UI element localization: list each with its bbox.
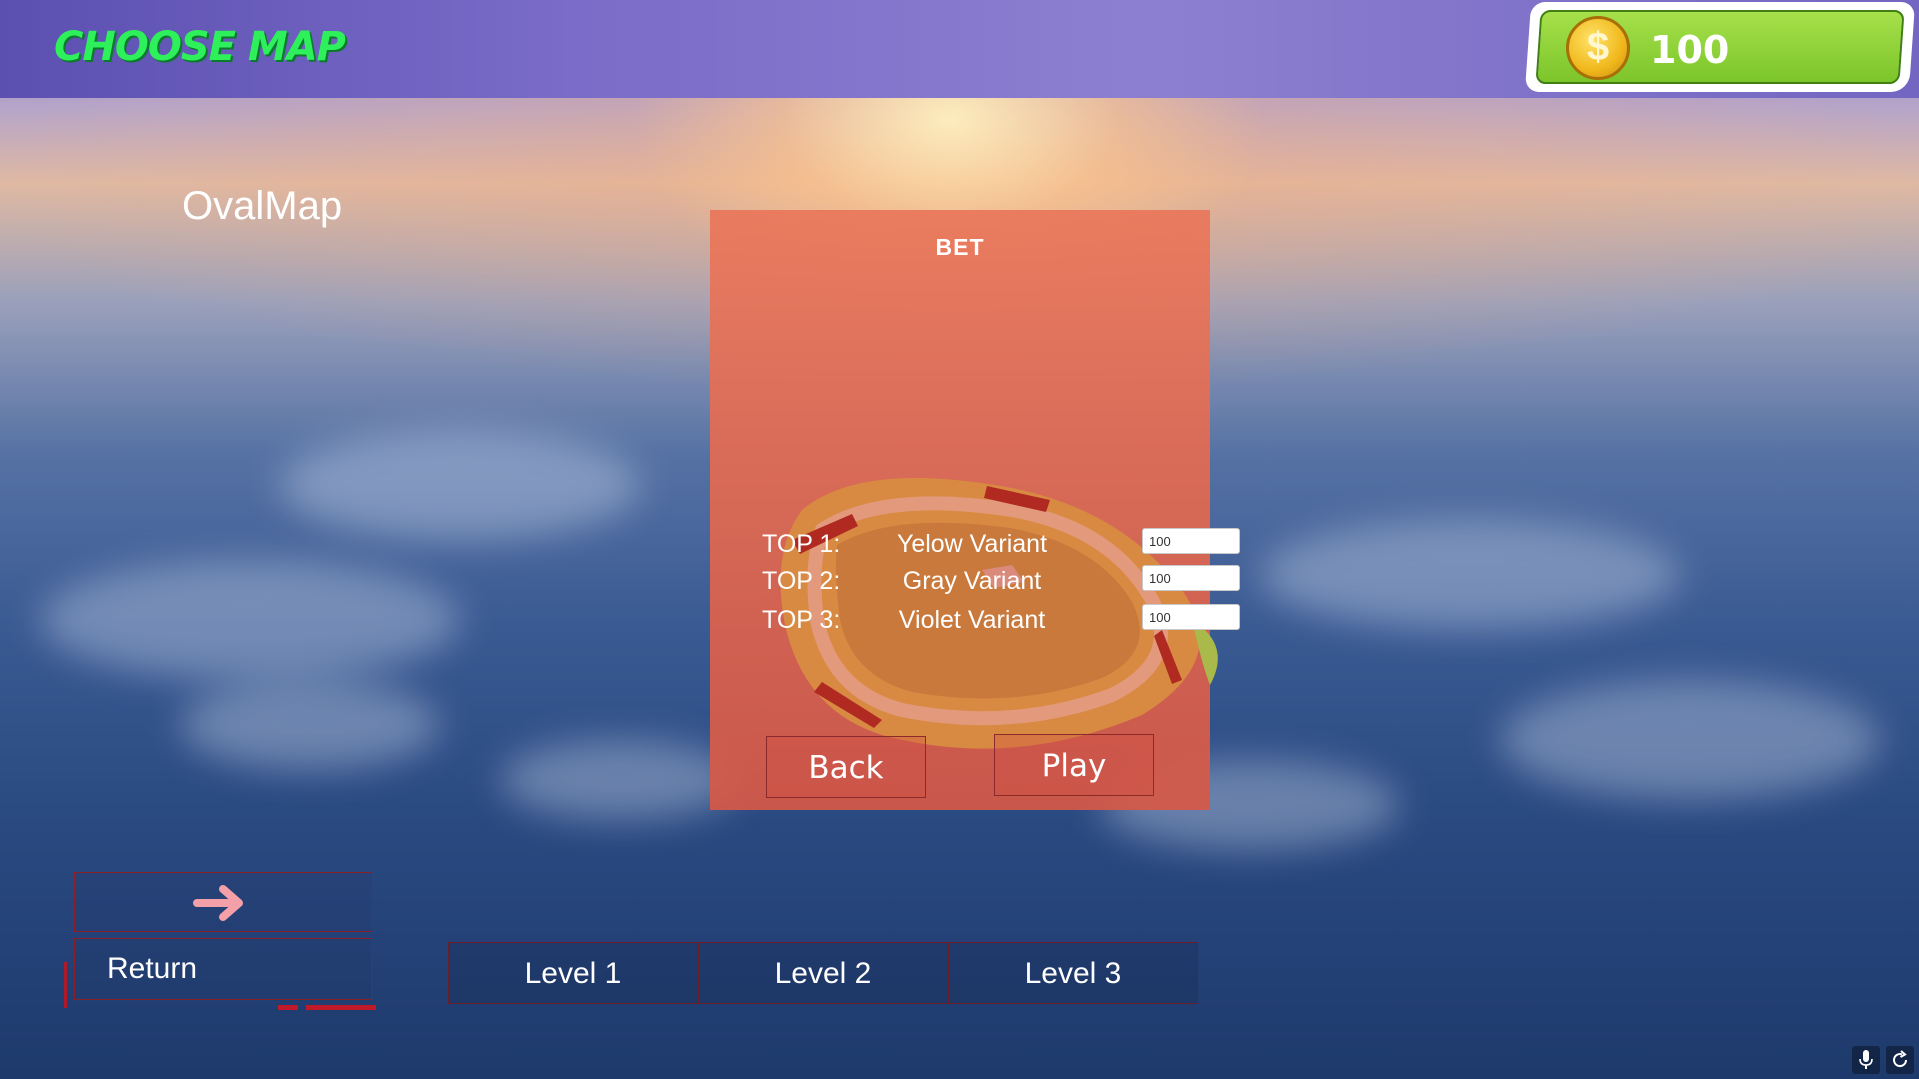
cloud bbox=[180, 680, 440, 770]
cloud bbox=[500, 740, 740, 820]
arrow-right-icon bbox=[193, 885, 243, 921]
bet-rank-label: TOP 2: bbox=[762, 567, 841, 595]
bet-rank-label: TOP 3: bbox=[762, 606, 841, 634]
map-name-label: OvalMap bbox=[182, 184, 343, 228]
return-button-accent bbox=[278, 1005, 298, 1010]
bet-row-top2: TOP 2: Gray Variant bbox=[762, 565, 1240, 597]
bet-variant-label: Yelow Variant bbox=[896, 530, 1048, 558]
cloud bbox=[40, 560, 460, 680]
coin-balance-value: 100 bbox=[1650, 28, 1730, 72]
return-button[interactable]: Return bbox=[74, 938, 372, 1000]
bet-panel-title: BET bbox=[935, 234, 985, 260]
microphone-icon[interactable] bbox=[1852, 1046, 1880, 1074]
cloud bbox=[1500, 680, 1880, 800]
level-selector: Level 1 Level 2 Level 3 bbox=[448, 942, 1200, 1004]
page-title: CHOOSE MAP bbox=[54, 24, 346, 70]
bet-rank-label: TOP 1: bbox=[762, 530, 841, 558]
refresh-icon[interactable] bbox=[1886, 1046, 1914, 1074]
level-1-button[interactable]: Level 1 bbox=[448, 942, 698, 1004]
play-button[interactable]: Play bbox=[994, 734, 1154, 796]
bet-panel: BET TOP 1: Yelow Variant TOP 2: Gray Var… bbox=[710, 210, 1240, 810]
bet-row-top3: TOP 3: Violet Variant bbox=[762, 604, 1240, 636]
return-button-accent bbox=[306, 1005, 376, 1010]
bet-amount-input-top3[interactable] bbox=[1142, 604, 1240, 630]
bet-amount-input-top1[interactable] bbox=[1142, 528, 1240, 554]
cloud bbox=[1260, 520, 1680, 630]
bet-variant-label: Gray Variant bbox=[902, 567, 1042, 595]
bet-amount-input-top2[interactable] bbox=[1142, 565, 1240, 591]
bet-row-top1: TOP 1: Yelow Variant bbox=[762, 528, 1240, 560]
return-button-accent bbox=[64, 962, 67, 1008]
next-map-button[interactable] bbox=[74, 872, 372, 932]
level-3-button[interactable]: Level 3 bbox=[948, 942, 1198, 1004]
back-button[interactable]: Back bbox=[766, 736, 926, 798]
dollar-coin-icon: $ bbox=[1566, 16, 1630, 80]
bet-variant-label: Violet Variant bbox=[898, 606, 1046, 634]
cloud bbox=[280, 430, 640, 540]
level-2-button[interactable]: Level 2 bbox=[698, 942, 948, 1004]
